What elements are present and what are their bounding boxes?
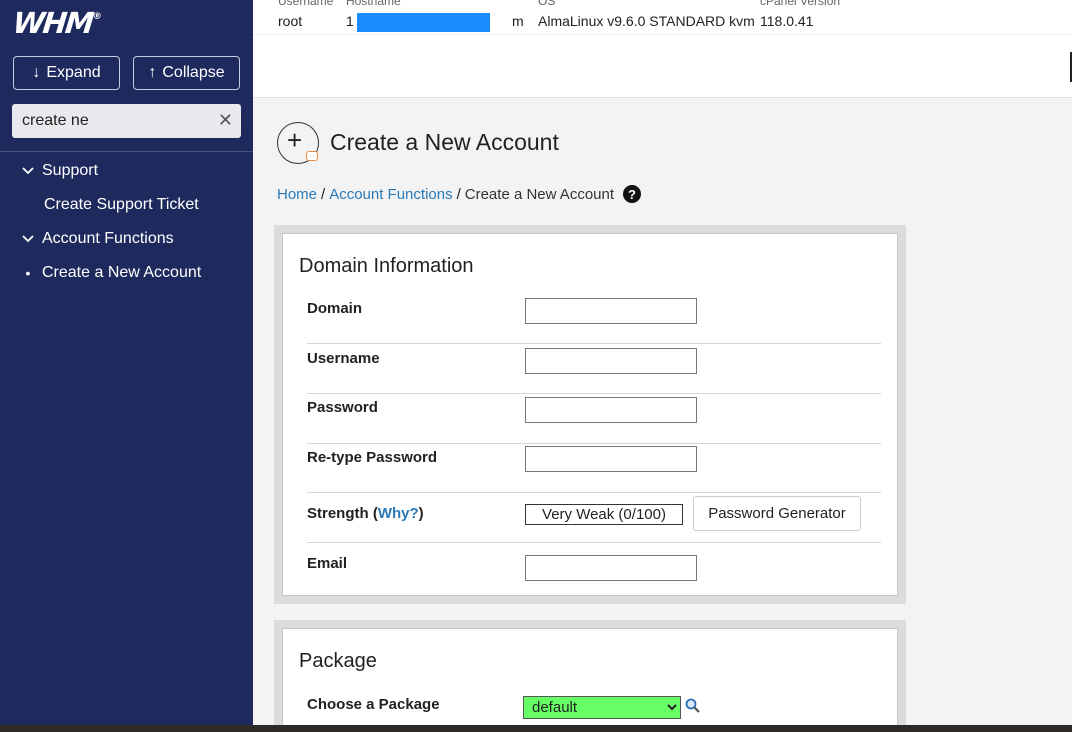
username-label: Username: [307, 350, 380, 367]
expand-label: Expand: [46, 64, 101, 81]
domain-information-title: Domain Information: [299, 255, 474, 277]
sidebar-item-label: Account Functions: [42, 230, 174, 247]
hostname-prefix: 1: [346, 13, 354, 29]
os-value: AlmaLinux v9.6.0 STANDARD kvm: [538, 13, 755, 29]
breadcrumb: Home / Account Functions / Create a New …: [277, 185, 642, 203]
sidebar-item-create-new-account[interactable]: • Create a New Account: [22, 264, 202, 282]
why-link[interactable]: Why?: [378, 505, 419, 522]
sidebar-item-label: Create a New Account: [42, 264, 202, 281]
username-row: Username: [307, 344, 881, 394]
os-label: OS: [538, 0, 556, 8]
cpanel-version-label: cPanel Version: [760, 0, 841, 8]
sidebar-item-label: Support: [42, 162, 99, 179]
sidebar: WHM® ↓ Expand ↑ Collapse ✕ Support Creat…: [0, 0, 253, 725]
sidebar-item-create-support-ticket[interactable]: Create Support Ticket: [44, 196, 199, 214]
whm-logo[interactable]: WHM®: [11, 6, 103, 40]
domain-label: Domain: [307, 300, 363, 317]
sidebar-divider: [0, 151, 253, 152]
breadcrumb-current: Create a New Account: [464, 185, 615, 203]
email-row: Email: [307, 543, 881, 592]
domain-field[interactable]: [525, 298, 697, 324]
sidebar-item-support[interactable]: Support: [22, 162, 98, 180]
registered-mark: ®: [92, 12, 103, 22]
username-label: Username: [278, 0, 334, 8]
collapse-button[interactable]: ↑ Collapse: [133, 56, 240, 90]
strength-row: Strength (Why?) Very Weak (0/100) Passwo…: [307, 493, 881, 543]
user-badge-icon: [306, 151, 318, 161]
hostname-suffix: m: [512, 13, 524, 29]
page-title: Create a New Account: [330, 129, 559, 155]
breadcrumb-home[interactable]: Home: [277, 186, 317, 203]
expand-button[interactable]: ↓ Expand: [13, 56, 120, 90]
sidebar-item-account-functions[interactable]: Account Functions: [22, 230, 174, 248]
chevron-down-icon: [22, 232, 34, 246]
hostname-label: Hostname: [346, 0, 401, 8]
package-panel: Package Choose a Package default: [274, 620, 906, 725]
domain-information-card: Domain Information Domain Username Passw…: [282, 233, 898, 596]
arrow-down-icon: ↓: [32, 64, 41, 81]
search-input[interactable]: [12, 104, 212, 138]
cpanel-version-value: 118.0.41: [760, 13, 814, 29]
choose-package-label: Choose a Package: [307, 696, 440, 713]
email-field[interactable]: [525, 555, 697, 581]
username-value: root: [278, 13, 303, 29]
window-bottom-edge: [0, 725, 1072, 732]
breadcrumb-separator: /: [321, 185, 326, 203]
password-field[interactable]: [525, 397, 697, 423]
package-select[interactable]: default: [523, 696, 681, 719]
create-account-icon: +: [277, 122, 319, 164]
strength-label: Strength (Why?): [307, 505, 424, 522]
magnifier-icon[interactable]: [685, 698, 701, 717]
package-card: Package Choose a Package default: [282, 628, 898, 725]
retype-password-row: Re-type Password: [307, 443, 881, 493]
arrow-up-icon: ↑: [148, 64, 157, 81]
domain-row: Domain: [307, 294, 881, 344]
server-info-header: Username root Hostname 1 m OS AlmaLinux …: [253, 0, 1072, 98]
sidebar-search: ✕: [12, 104, 241, 138]
help-icon[interactable]: ?: [623, 185, 642, 203]
sidebar-item-label: Create Support Ticket: [44, 196, 199, 213]
username-field[interactable]: [525, 348, 697, 374]
breadcrumb-separator: /: [456, 185, 461, 203]
clear-search-icon[interactable]: ✕: [218, 110, 233, 131]
header-divider: [253, 34, 1072, 35]
chevron-down-icon: [22, 164, 34, 178]
plus-icon: +: [287, 125, 303, 155]
password-generator-button[interactable]: Password Generator: [693, 496, 861, 531]
domain-information-panel: Domain Information Domain Username Passw…: [274, 225, 906, 604]
retype-password-label: Re-type Password: [307, 449, 438, 466]
package-title: Package: [299, 650, 377, 672]
collapse-label: Collapse: [162, 64, 225, 81]
breadcrumb-account-functions[interactable]: Account Functions: [329, 186, 452, 203]
hostname-redaction: [357, 13, 490, 32]
password-label: Password: [307, 399, 378, 416]
bullet-icon: •: [25, 265, 31, 281]
retype-password-field[interactable]: [525, 446, 697, 472]
email-label: Email: [307, 555, 348, 572]
password-strength-meter: Very Weak (0/100): [525, 504, 683, 525]
password-row: Password: [307, 394, 881, 444]
